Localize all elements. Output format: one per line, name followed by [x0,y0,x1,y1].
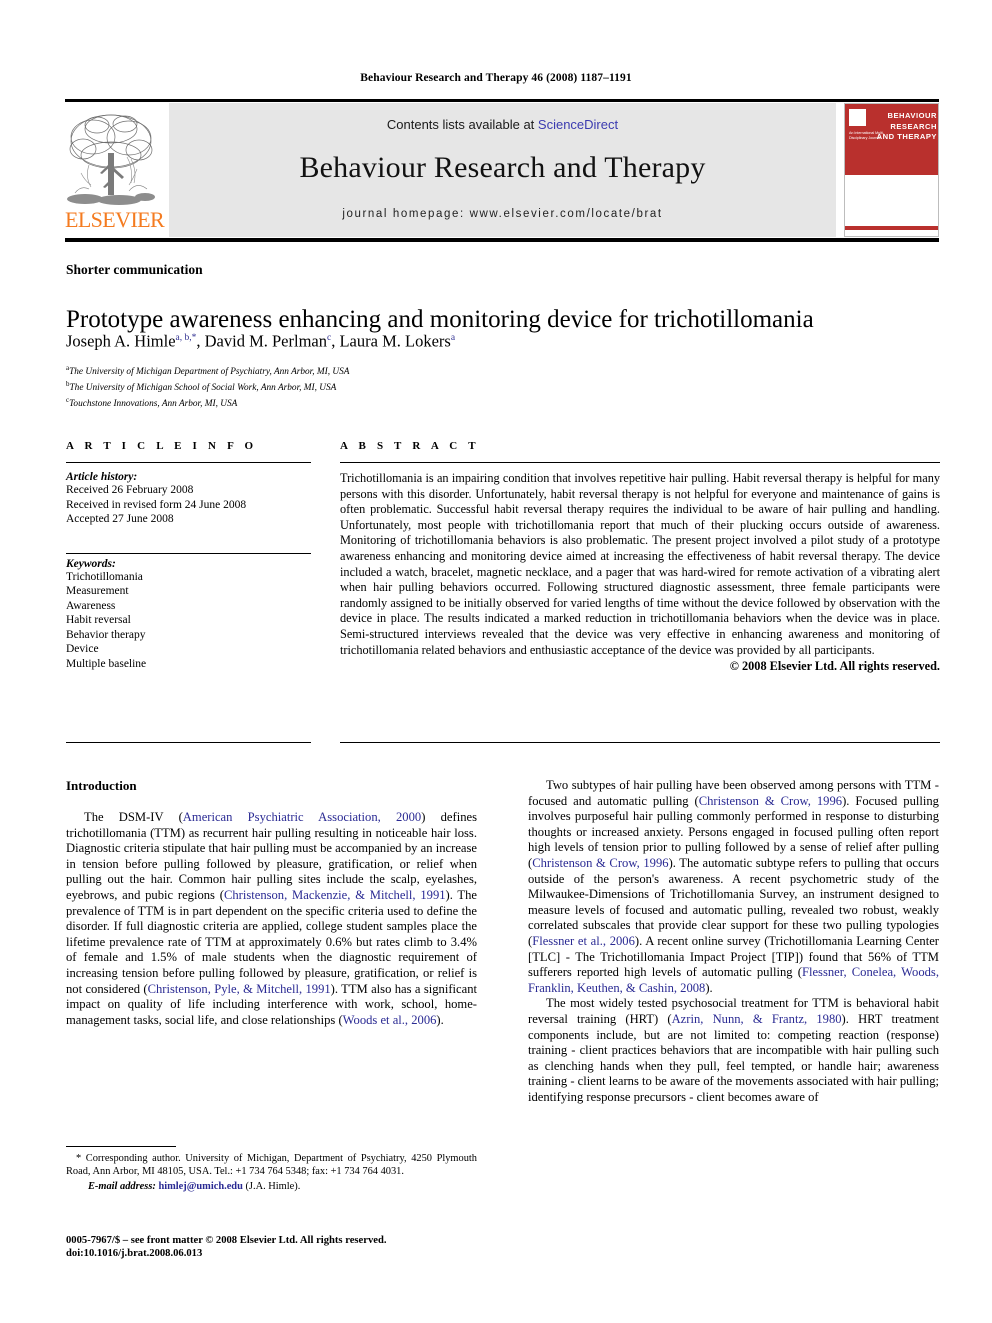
footnote-rule [66,1146,176,1147]
cover-elsevier-mini-icon [849,109,866,126]
elsevier-wordmark: ELSEVIER [65,207,165,232]
right-column-paragraphs: Two subtypes of hair pulling have been o… [528,778,939,1105]
email-link[interactable]: himlej@umich.edu [158,1181,242,1192]
citation-link[interactable]: American Psychiatric Association, 2000 [183,810,421,824]
journal-title: Behaviour Research and Therapy [299,151,706,184]
keywords-list: Trichotillomania Measurement Awareness Habi… [66,570,311,672]
abstract-copyright: © 2008 Elsevier Ltd. All rights reserved… [729,659,940,674]
body-paragraph: Two subtypes of hair pulling have been o… [528,778,940,995]
keyword-item: Awareness [66,599,116,612]
article-type-label: Shorter communication [66,262,203,277]
article-info-column: A R T I C L E I N F O Article history: R… [66,440,311,671]
author-list: Joseph A. Himlea, b,*, David M. Perlmanc… [66,331,456,351]
affiliation-item: cTouchstone Innovations, Ann Arbor, MI, … [66,395,238,409]
abstract-column: A B S T R A C T Trichotillomania is an i… [340,440,940,674]
sciencedirect-link[interactable]: ScienceDirect [538,117,618,132]
article-history-label: Article history: [66,471,138,483]
body-column-right: Two subtypes of hair pulling have been o… [528,778,939,1105]
article-history-item: Received 26 February 2008 [66,484,194,496]
elsevier-tree-icon [67,107,155,207]
keywords-block: Keywords: Trichotillomania Measurement Awa… [66,552,311,672]
citation-link[interactable]: Christenson & Crow, 1996 [699,794,842,808]
corresponding-author-footnote: * Corresponding author. University of Mi… [66,1152,477,1194]
citation-link[interactable]: Christenson & Crow, 1996 [532,856,668,870]
keywords-label: Keywords: [66,557,116,570]
citation-link[interactable]: Christenson, Mackenzie, & Mitchell, 1991 [224,888,446,902]
journal-article-page: Behaviour Research and Therapy 46 (2008)… [0,0,992,1323]
affiliation-item: bThe University of Michigan School of So… [66,379,337,393]
cover-bottom-rule [845,226,938,230]
keywords-divider [66,552,311,554]
body-column-left: Introduction The DSM-IV (American Psychi… [66,778,477,1028]
keyword-item: Device [66,643,99,655]
corresponding-author-line: * Corresponding author. University of Mi… [66,1153,477,1178]
keyword-item: Trichotillomania [66,570,143,583]
journal-homepage-link[interactable]: journal homepage: www.elsevier.com/locat… [169,208,836,220]
article-info-bottom-rule [66,742,311,743]
contents-prefix: Contents lists available at [386,117,538,132]
imprint-block: 0005-7967/$ – see front matter © 2008 El… [66,1234,477,1261]
elsevier-logo: ELSEVIER [65,103,165,237]
email-line: E-mail address: himlej@umich.edu (J.A. H… [88,1181,301,1193]
article-info-divider [66,462,311,463]
keyword-item: Behavior therapy [66,628,146,641]
keyword-item: Multiple baseline [66,657,147,670]
affiliation-item: aThe University of Michigan Department o… [66,364,350,378]
citation-link[interactable]: Flessner, Conelea, Woods, Franklin, Keut… [528,965,939,995]
affiliation-list: aThe University of Michigan Department o… [66,363,940,411]
citation-link[interactable]: Azrin, Nunn, & Frantz, 1980 [672,1012,842,1026]
journal-masthead: ELSEVIER Contents lists available at Sci… [65,100,939,240]
citation-link[interactable]: Flessner et al., 2006 [532,934,635,948]
doi-line[interactable]: doi:10.1016/j.brat.2008.06.013 [66,1247,477,1260]
left-column-paragraphs: The DSM-IV (American Psychiatric Associa… [66,810,477,1028]
article-history-item: Received in revised form 24 June 2008 [66,498,247,511]
introduction-heading: Introduction [66,778,137,793]
abstract-heading: A B S T R A C T [340,440,480,452]
article-history-item: Accepted 27 June 2008 [66,513,174,525]
body-paragraph: The most widely tested psychosocial trea… [528,996,939,1104]
article-history-list: Received 26 February 2008 Received in rev… [66,483,311,527]
keyword-item: Habit reversal [66,614,131,626]
journal-cover-thumbnail: An International Multi-Disciplinary Jour… [844,103,939,237]
abstract-text: Trichotillomania is an impairing conditi… [340,471,940,657]
contents-available-line: Contents lists available at ScienceDirec… [169,117,836,132]
citation-link[interactable]: Christenson, Pyle, & Mitchell, 1991 [148,982,331,996]
issn-line: 0005-7967/$ – see front matter © 2008 El… [66,1235,387,1246]
article-info-heading: A R T I C L E I N F O [66,440,258,452]
cover-journal-title: BEHAVIOUR RESEARCH AND THERAPY [876,111,937,141]
keyword-item: Measurement [66,585,129,597]
body-paragraph: The DSM-IV (American Psychiatric Associa… [66,810,478,1027]
contents-panel: Contents lists available at ScienceDirec… [169,103,836,237]
citation-link[interactable]: Woods et al., 2006 [343,1013,437,1027]
email-label: E-mail address: [88,1181,159,1193]
abstract-divider [340,462,940,463]
running-head: Behaviour Research and Therapy 46 (2008)… [360,72,632,84]
abstract-bottom-rule [340,742,940,743]
